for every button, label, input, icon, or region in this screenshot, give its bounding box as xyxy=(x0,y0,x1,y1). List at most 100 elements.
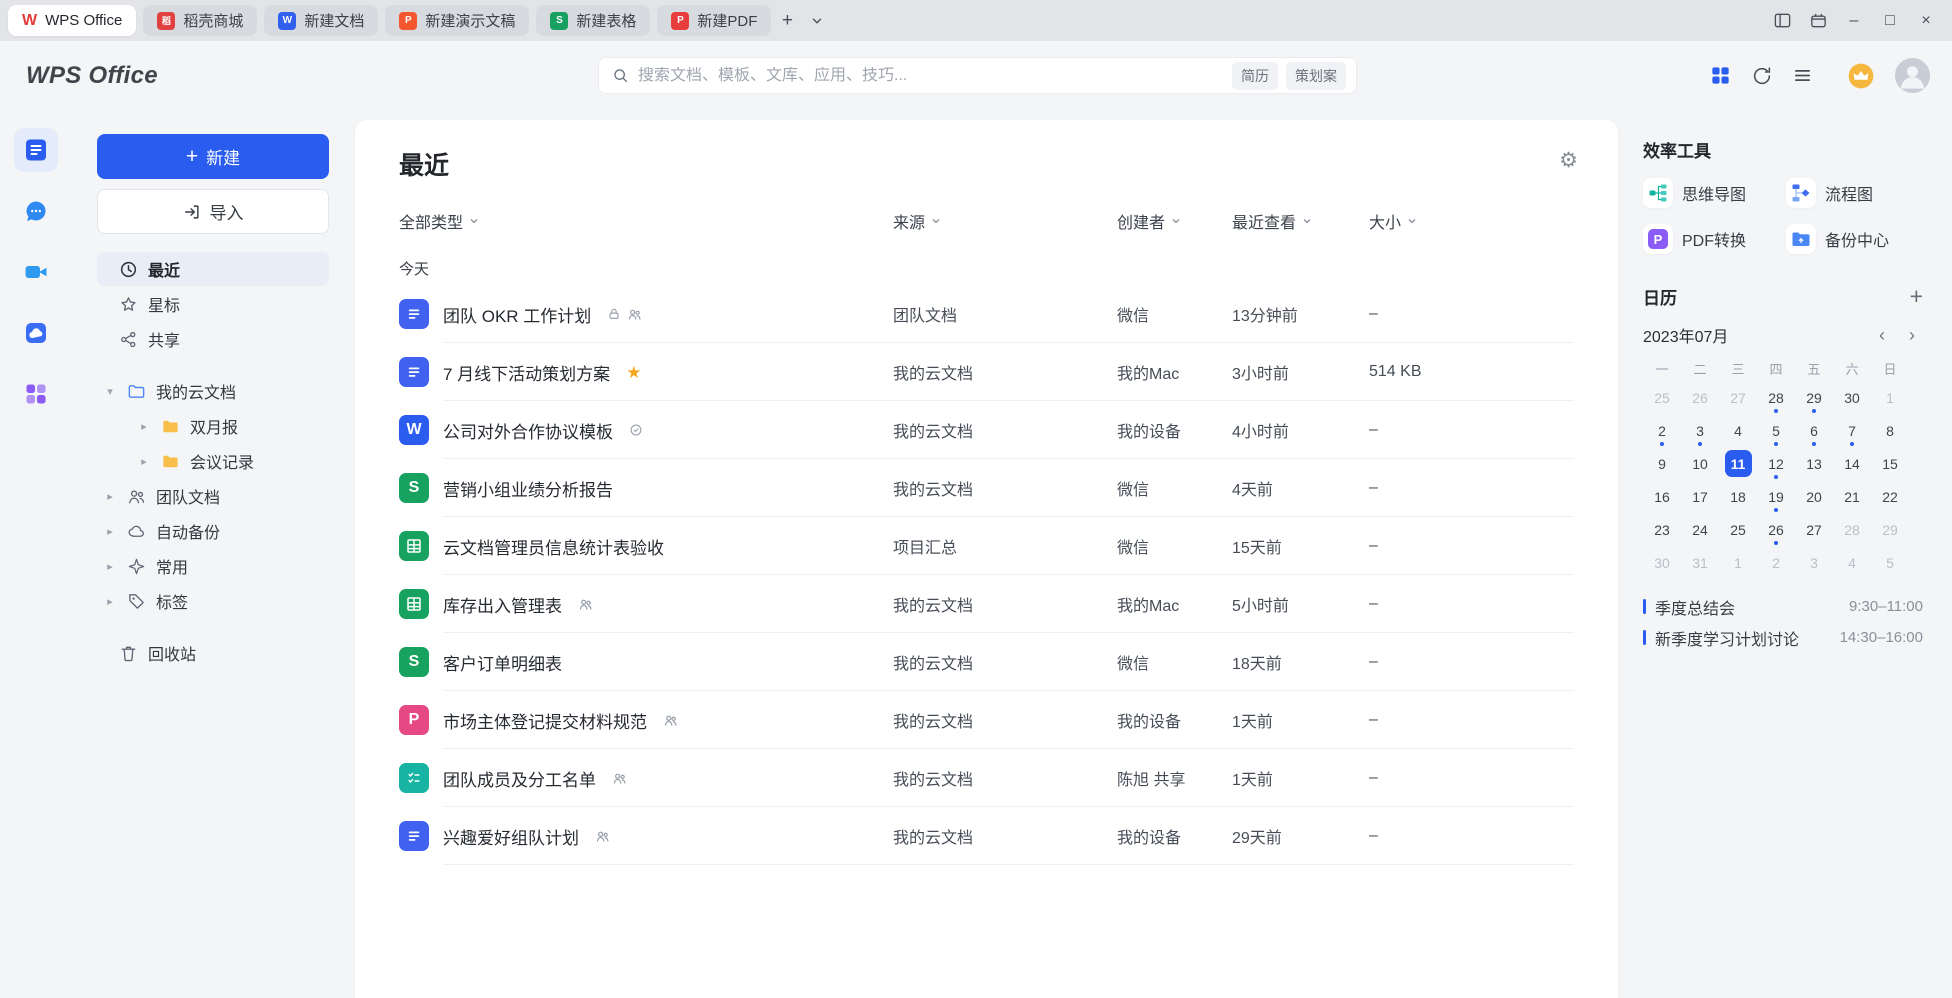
calendar-day[interactable]: 12 xyxy=(1757,447,1795,480)
calendar-day[interactable]: 9 xyxy=(1643,447,1681,480)
calendar-day[interactable]: 13 xyxy=(1795,447,1833,480)
tool-backup-center[interactable]: 备份中心 xyxy=(1786,224,1923,254)
sidebar-item-frequent[interactable]: ▸ 常用 xyxy=(97,549,329,583)
new-button[interactable]: + 新建 xyxy=(97,134,329,179)
calendar-day[interactable]: 29 xyxy=(1795,381,1833,414)
calendar-day[interactable]: 20 xyxy=(1795,480,1833,513)
sidebar-item-recent[interactable]: 最近 xyxy=(97,252,329,286)
rail-chat-icon[interactable] xyxy=(14,189,58,233)
tab-list-chevron-icon[interactable] xyxy=(803,7,831,35)
tool-mindmap[interactable]: 思维导图 xyxy=(1643,178,1786,208)
calendar-day[interactable]: 4 xyxy=(1719,414,1757,447)
expand-arrow-icon[interactable]: ▸ xyxy=(103,490,117,503)
search-input[interactable] xyxy=(638,67,1224,85)
calendar-day[interactable]: 2 xyxy=(1757,546,1795,579)
file-row[interactable]: W 公司对外合作协议模板 我的云文档 我的设备 4小时前 – xyxy=(399,401,1574,459)
calendar-day[interactable]: 3 xyxy=(1681,414,1719,447)
calendar-day[interactable]: 15 xyxy=(1871,447,1909,480)
workspace-box-icon[interactable] xyxy=(1800,5,1836,36)
expand-arrow-icon[interactable]: ▸ xyxy=(103,595,117,608)
calendar-day[interactable]: 23 xyxy=(1643,513,1681,546)
calendar-day[interactable]: 6 xyxy=(1795,414,1833,447)
tab-docer-store[interactable]: 稻 稻壳商城 xyxy=(143,5,257,36)
calendar-day[interactable]: 27 xyxy=(1795,513,1833,546)
file-row[interactable]: S 营销小组业绩分析报告 我的云文档 微信 4天前 – xyxy=(399,459,1574,517)
calendar-day[interactable]: 22 xyxy=(1871,480,1909,513)
search-tag-plan[interactable]: 策划案 xyxy=(1286,62,1346,90)
sidebar-item-meeting-notes[interactable]: ▸ 会议记录 xyxy=(97,444,329,478)
calendar-event[interactable]: 新季度学习计划讨论14:30–16:00 xyxy=(1643,622,1923,653)
calendar-day[interactable]: 4 xyxy=(1833,546,1871,579)
sidebar-item-tags[interactable]: ▸ 标签 xyxy=(97,584,329,618)
file-row[interactable]: 团队成员及分工名单 我的云文档 陈旭 共享 1天前 – xyxy=(399,749,1574,807)
calendar-day[interactable]: 28 xyxy=(1833,513,1871,546)
tab-new-document[interactable]: W 新建文档 xyxy=(264,5,378,36)
rail-meeting-icon[interactable] xyxy=(14,250,58,294)
tool-pdf-convert[interactable]: P PDF转换 xyxy=(1643,224,1786,254)
calendar-day[interactable]: 5 xyxy=(1757,414,1795,447)
sidebar-item-bimonthly-report[interactable]: ▸ 双月报 xyxy=(97,409,329,443)
sidebar-item-starred[interactable]: 星标 xyxy=(97,287,329,321)
calendar-day[interactable]: 21 xyxy=(1833,480,1871,513)
calendar-day[interactable]: 14 xyxy=(1833,447,1871,480)
calendar-day[interactable]: 25 xyxy=(1643,381,1681,414)
tab-new-presentation[interactable]: P 新建演示文稿 xyxy=(385,5,529,36)
calendar-day[interactable]: 26 xyxy=(1757,513,1795,546)
import-button[interactable]: 导入 xyxy=(97,189,329,234)
apps-grid-icon[interactable] xyxy=(1709,64,1732,87)
calendar-day[interactable]: 11 xyxy=(1719,447,1757,480)
calendar-day[interactable]: 31 xyxy=(1681,546,1719,579)
file-row[interactable]: 7 月线下活动策划方案 ★ 我的云文档 我的Mac 3小时前 514 KB xyxy=(399,343,1574,401)
rail-docs-icon[interactable] xyxy=(14,128,58,172)
calendar-day[interactable]: 28 xyxy=(1757,381,1795,414)
user-avatar[interactable] xyxy=(1895,58,1930,93)
sidebar-item-team-docs[interactable]: ▸ 团队文档 xyxy=(97,479,329,513)
sidebar-item-auto-backup[interactable]: ▸ 自动备份 xyxy=(97,514,329,548)
search-bar[interactable]: 简历 策划案 xyxy=(598,57,1357,94)
filter-viewed[interactable]: 最近查看 xyxy=(1232,209,1312,233)
file-row[interactable]: 库存出入管理表 我的云文档 我的Mac 5小时前 – xyxy=(399,575,1574,633)
sidebar-item-shared[interactable]: 共享 xyxy=(97,322,329,356)
collapse-arrow-icon[interactable]: ▾ xyxy=(103,385,117,398)
sidebar-item-trash[interactable]: 回收站 xyxy=(97,636,329,670)
calendar-day[interactable]: 1 xyxy=(1871,381,1909,414)
maximize-button[interactable]: □ xyxy=(1872,5,1908,36)
expand-arrow-icon[interactable]: ▸ xyxy=(137,420,151,433)
file-row[interactable]: 团队 OKR 工作计划 团队文档 微信 13分钟前 – xyxy=(399,285,1574,343)
rail-cloud-icon[interactable] xyxy=(14,311,58,355)
calendar-day[interactable]: 25 xyxy=(1719,513,1757,546)
sidebar-toggle-icon[interactable] xyxy=(1764,5,1800,36)
calendar-day[interactable]: 17 xyxy=(1681,480,1719,513)
calendar-day[interactable]: 30 xyxy=(1833,381,1871,414)
settings-gear-icon[interactable]: ⚙ xyxy=(1559,150,1578,171)
filter-type[interactable]: 全部类型 xyxy=(399,209,479,233)
menu-icon[interactable] xyxy=(1792,65,1813,86)
calendar-event[interactable]: 季度总结会9:30–11:00 xyxy=(1643,591,1923,622)
filter-creator[interactable]: 创建者 xyxy=(1117,209,1181,233)
calendar-day[interactable]: 10 xyxy=(1681,447,1719,480)
file-row[interactable]: 云文档管理员信息统计表验收 项目汇总 微信 15天前 – xyxy=(399,517,1574,575)
calendar-day[interactable]: 2 xyxy=(1643,414,1681,447)
filter-source[interactable]: 来源 xyxy=(893,209,941,233)
close-button[interactable]: × xyxy=(1908,5,1944,36)
calendar-day[interactable]: 24 xyxy=(1681,513,1719,546)
tab-new-pdf[interactable]: P 新建PDF xyxy=(657,5,771,36)
calendar-day[interactable]: 30 xyxy=(1643,546,1681,579)
minimize-button[interactable]: – xyxy=(1836,5,1872,36)
tool-flowchart[interactable]: 流程图 xyxy=(1786,178,1923,208)
prev-month-icon[interactable]: ‹ xyxy=(1871,324,1893,346)
calendar-day[interactable]: 5 xyxy=(1871,546,1909,579)
tab-new-spreadsheet[interactable]: S 新建表格 xyxy=(536,5,650,36)
next-month-icon[interactable]: › xyxy=(1901,324,1923,346)
calendar-day[interactable]: 26 xyxy=(1681,381,1719,414)
file-row[interactable]: S 客户订单明细表 我的云文档 微信 18天前 – xyxy=(399,633,1574,691)
new-tab-button[interactable]: + xyxy=(773,7,801,35)
calendar-day[interactable]: 19 xyxy=(1757,480,1795,513)
expand-arrow-icon[interactable]: ▸ xyxy=(103,560,117,573)
calendar-day[interactable]: 18 xyxy=(1719,480,1757,513)
sidebar-item-my-cloud-docs[interactable]: ▾ 我的云文档 xyxy=(97,374,329,408)
tab-wps-office[interactable]: W WPS Office xyxy=(8,5,136,36)
search-tag-resume[interactable]: 简历 xyxy=(1232,62,1278,90)
calendar-day[interactable]: 8 xyxy=(1871,414,1909,447)
calendar-day[interactable]: 16 xyxy=(1643,480,1681,513)
